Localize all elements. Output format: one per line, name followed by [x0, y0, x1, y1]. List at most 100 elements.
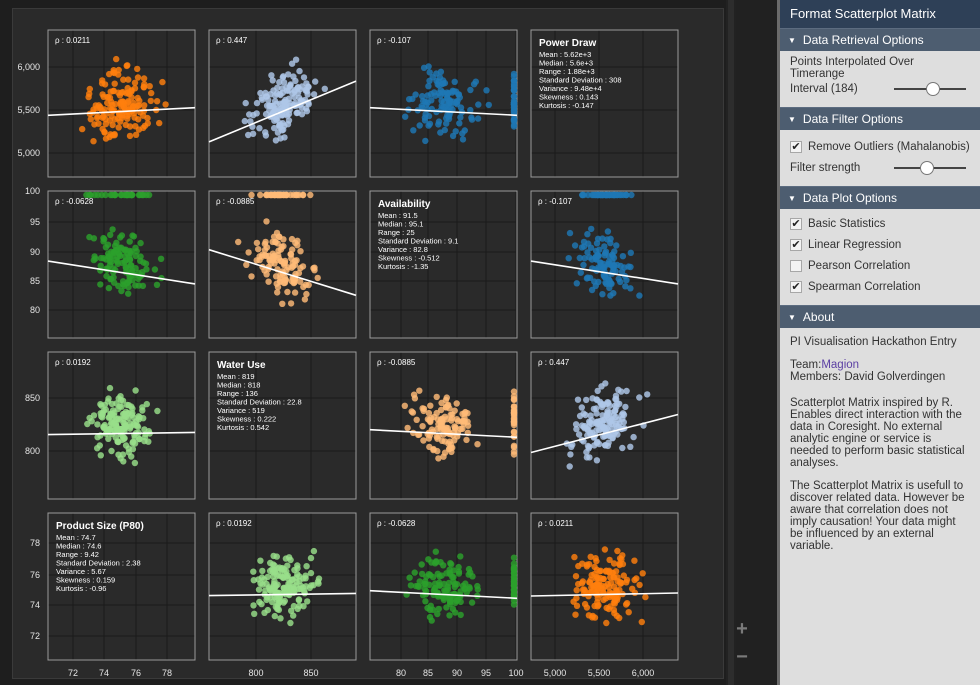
data-point	[483, 87, 490, 94]
plot-option-basic-statistics[interactable]: ✔ Basic Statistics	[790, 213, 970, 234]
data-point	[450, 578, 457, 585]
data-point	[437, 416, 445, 423]
data-point	[463, 436, 470, 444]
scatterplot-matrix[interactable]: ρ : 0.0211 ρ : 0.447 ρ : -0.107 Power DrawM…	[0, 0, 736, 685]
section-header-data-retrieval[interactable]: ▼ Data Retrieval Options	[780, 28, 980, 51]
data-point	[135, 116, 142, 123]
data-point	[262, 129, 269, 136]
option-label: Basic Statistics	[808, 217, 886, 230]
matrix-cell: ρ : -0.107	[369, 29, 518, 178]
data-point	[566, 229, 574, 237]
data-point	[618, 388, 625, 395]
data-point	[289, 246, 296, 253]
data-point	[108, 447, 115, 455]
data-point	[98, 191, 106, 199]
data-point	[302, 575, 309, 582]
data-point	[586, 274, 594, 281]
data-point	[251, 610, 258, 617]
data-point	[579, 578, 587, 585]
slider-handle[interactable]	[925, 81, 940, 96]
data-point	[321, 85, 328, 93]
plot-option-linear-regression[interactable]: ✔ Linear Regression	[790, 234, 970, 255]
data-point	[633, 575, 640, 582]
data-point	[129, 191, 136, 199]
data-point	[510, 574, 518, 581]
zoom-in-button[interactable]: +	[733, 619, 751, 639]
scrollbar-thumb[interactable]	[728, 0, 734, 685]
data-point	[113, 422, 120, 430]
data-point	[432, 548, 439, 555]
correlation-label: ρ : 0.447	[538, 358, 570, 367]
data-point	[614, 547, 621, 555]
data-point	[604, 228, 612, 235]
data-point	[300, 191, 307, 199]
remove-outliers-option[interactable]: ✔ Remove Outliers (Mahalanobis)	[790, 136, 970, 157]
data-point	[581, 600, 589, 608]
data-point	[568, 443, 575, 450]
section-header-about[interactable]: ▼ About	[780, 305, 980, 328]
data-point	[613, 612, 620, 619]
section-title: Data Retrieval Options	[802, 33, 924, 47]
data-point	[510, 70, 518, 78]
data-point	[441, 126, 448, 134]
remove-outliers-checkbox[interactable]: ✔	[790, 140, 802, 153]
data-point	[584, 231, 591, 238]
data-point	[117, 455, 124, 462]
data-point	[294, 109, 301, 116]
slider-handle[interactable]	[920, 160, 935, 175]
team-link[interactable]: Magion	[821, 359, 859, 371]
data-point	[250, 111, 257, 119]
data-point	[135, 413, 142, 420]
linear-regression-checkbox[interactable]: ✔	[790, 238, 802, 251]
data-point	[444, 112, 451, 119]
correlation-label: ρ : -0.0628	[377, 519, 416, 528]
pearson-correlation-checkbox[interactable]	[790, 259, 802, 272]
data-point	[274, 289, 281, 296]
interval-slider[interactable]	[894, 81, 966, 96]
data-point	[474, 582, 481, 590]
data-point	[307, 554, 315, 562]
data-point	[572, 611, 579, 618]
data-point	[455, 91, 463, 98]
section-header-data-plot[interactable]: ▼ Data Plot Options	[780, 186, 980, 209]
data-point	[609, 191, 617, 199]
data-point	[435, 605, 442, 613]
data-point	[428, 426, 436, 433]
data-point	[623, 387, 630, 395]
regression-line	[208, 592, 357, 597]
filter-strength-slider[interactable]	[894, 160, 966, 175]
stat-title: Power Draw	[539, 38, 596, 49]
plot-canvas[interactable]: ρ : 0.0211 ρ : 0.447 ρ : -0.107 Power Draw M…	[0, 0, 777, 685]
data-point	[119, 436, 126, 444]
plot-option-pearson-correlation[interactable]: Pearson Correlation	[790, 255, 970, 276]
data-point	[128, 411, 135, 418]
regression-line	[208, 248, 357, 297]
data-point	[595, 602, 602, 609]
correlation-label: ρ : -0.107	[377, 36, 411, 45]
data-point	[263, 102, 271, 109]
data-point	[451, 78, 458, 86]
data-point	[616, 191, 623, 199]
y-tick-label: 80	[30, 305, 40, 315]
data-point	[304, 598, 311, 605]
matrix-cell: Product Size (P80)Mean : 74.7Median : 74…	[47, 512, 196, 661]
data-point	[122, 408, 130, 416]
data-point	[122, 121, 129, 129]
plot-option-spearman-correlation[interactable]: ✔ Spearman Correlation	[790, 276, 970, 297]
data-point	[303, 563, 310, 570]
section-header-data-filter[interactable]: ▼ Data Filter Options	[780, 107, 980, 130]
data-point	[449, 132, 457, 140]
data-point	[115, 415, 122, 422]
data-point	[413, 416, 420, 423]
data-point	[510, 93, 518, 100]
zoom-out-button[interactable]: −	[733, 647, 751, 667]
vertical-scrollbar[interactable]	[726, 0, 736, 685]
data-point	[105, 426, 112, 433]
data-point	[112, 191, 119, 199]
data-point	[276, 278, 284, 285]
data-point	[458, 418, 465, 425]
spearman-correlation-checkbox[interactable]: ✔	[790, 280, 802, 293]
team-prefix: Team:	[790, 359, 822, 371]
data-point	[140, 83, 147, 91]
basic-statistics-checkbox[interactable]: ✔	[790, 217, 802, 230]
